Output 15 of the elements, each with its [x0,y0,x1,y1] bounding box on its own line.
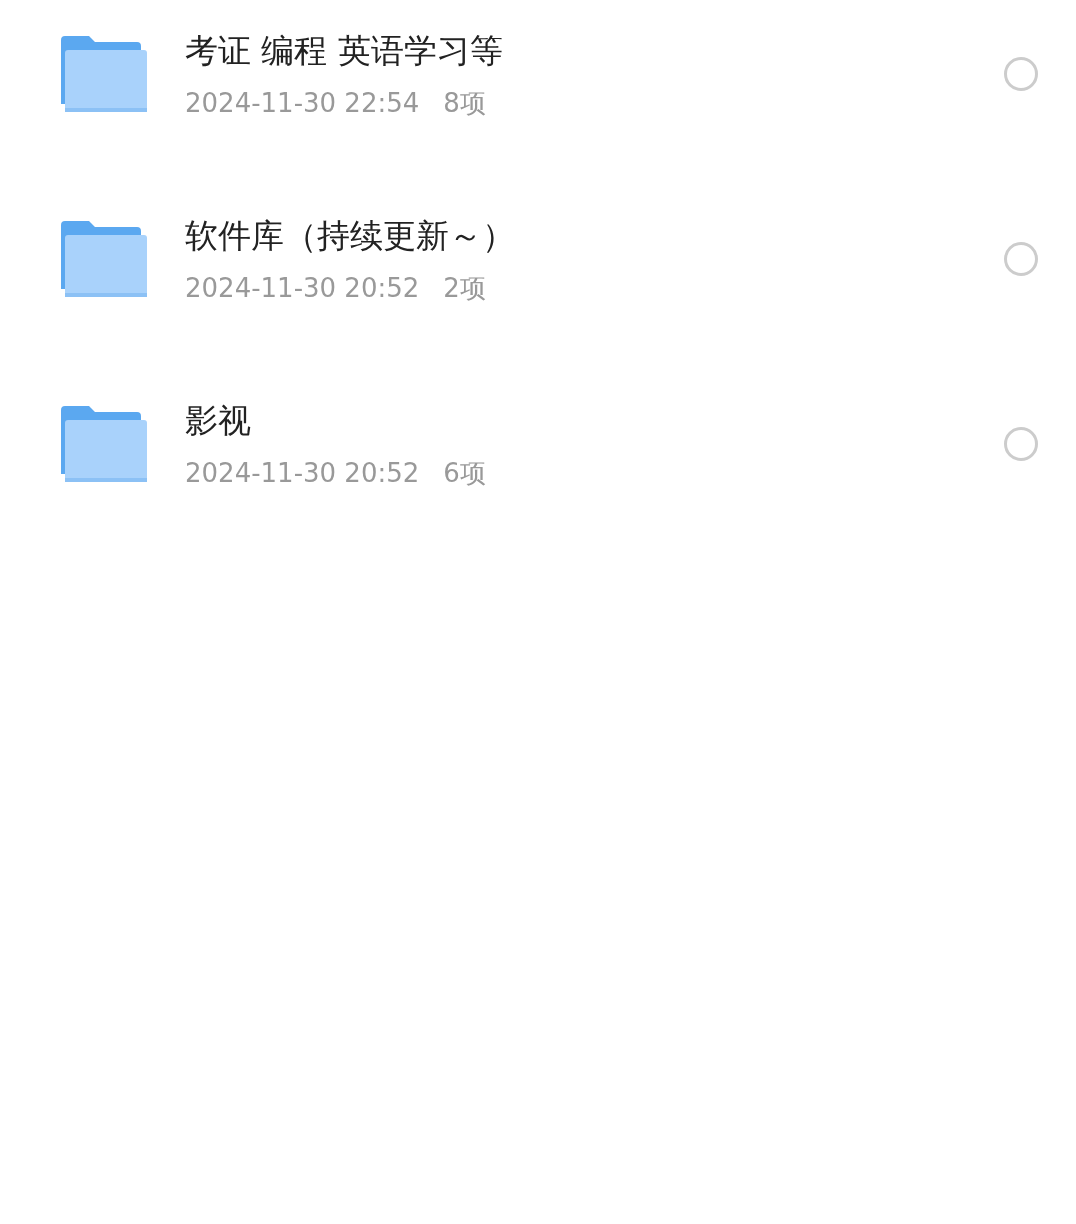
item-count: 6项 [443,456,486,490]
modified-date: 2024-11-30 22:54 [185,86,420,120]
select-circle[interactable] [1004,56,1038,91]
folder-name[interactable]: 软件库（持续更新～） [185,212,1004,259]
item-count: 2项 [443,271,486,305]
folder-icon [61,405,147,482]
folder-name[interactable]: 考证 编程 英语学习等 [185,27,1004,74]
folder-icon [61,35,147,112]
select-circle[interactable] [1004,241,1038,276]
select-circle[interactable] [1004,426,1038,461]
folder-name[interactable]: 影视 [185,397,1004,444]
folder-icon [61,220,147,297]
modified-date: 2024-11-30 20:52 [185,271,420,305]
modified-date: 2024-11-30 20:52 [185,456,420,490]
item-count: 8项 [443,86,486,120]
